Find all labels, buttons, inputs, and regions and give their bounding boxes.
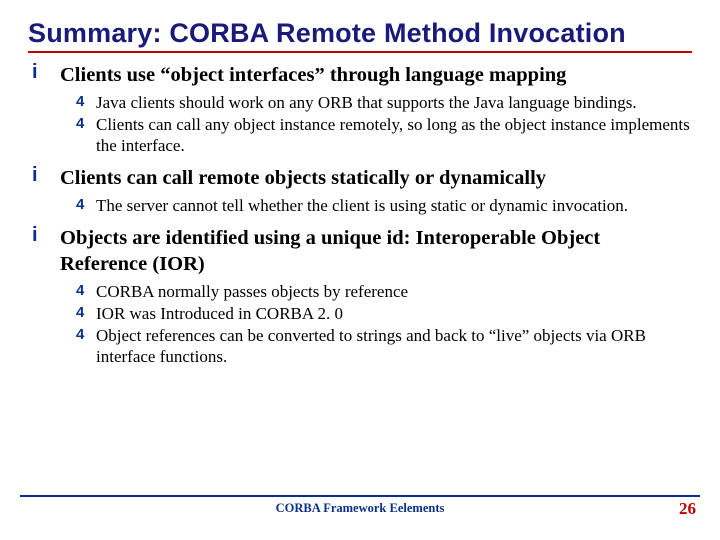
page-number: 26 [679, 499, 696, 519]
sub-bullet-text: The server cannot tell whether the clien… [96, 195, 628, 216]
footer-row: CORBA Framework Eelements 26 [20, 501, 700, 516]
title-underline [28, 51, 692, 53]
bullet-marker-icon: i [28, 63, 60, 89]
sub-bullet-text: Object references can be converted to st… [96, 325, 692, 368]
bullet-text: Clients use “object interfaces” through … [60, 63, 566, 89]
sub-bullet-marker-icon: 4 [76, 281, 96, 302]
sub-bullet-text: IOR was Introduced in CORBA 2. 0 [96, 303, 343, 324]
sub-bullet-list: 4 The server cannot tell whether the cli… [76, 195, 692, 216]
sub-bullet-item: 4 CORBA normally passes objects by refer… [76, 281, 692, 302]
footer-rule [20, 495, 700, 497]
sub-bullet-text: Java clients should work on any ORB that… [96, 92, 637, 113]
footer-title: CORBA Framework Eelements [276, 501, 445, 516]
slide-body: i Clients use “object interfaces” throug… [28, 63, 692, 368]
sub-bullet-text: CORBA normally passes objects by referen… [96, 281, 408, 302]
bullet-item: i Objects are identified using a unique … [28, 226, 692, 277]
sub-bullet-item: 4 The server cannot tell whether the cli… [76, 195, 692, 216]
bullet-item: i Clients can call remote objects static… [28, 166, 692, 192]
slide: Summary: CORBA Remote Method Invocation … [0, 0, 720, 540]
sub-bullet-item: 4 Java clients should work on any ORB th… [76, 92, 692, 113]
sub-bullet-item: 4 Clients can call any object instance r… [76, 114, 692, 157]
sub-bullet-marker-icon: 4 [76, 325, 96, 368]
bullet-text: Clients can call remote objects statical… [60, 166, 546, 192]
sub-bullet-list: 4 CORBA normally passes objects by refer… [76, 281, 692, 368]
sub-bullet-marker-icon: 4 [76, 195, 96, 216]
bullet-text: Objects are identified using a unique id… [60, 226, 692, 277]
sub-bullet-marker-icon: 4 [76, 114, 96, 157]
sub-bullet-item: 4 IOR was Introduced in CORBA 2. 0 [76, 303, 692, 324]
sub-bullet-item: 4 Object references can be converted to … [76, 325, 692, 368]
sub-bullet-list: 4 Java clients should work on any ORB th… [76, 92, 692, 157]
slide-footer: CORBA Framework Eelements 26 [20, 495, 700, 516]
sub-bullet-text: Clients can call any object instance rem… [96, 114, 692, 157]
bullet-marker-icon: i [28, 226, 60, 277]
slide-title: Summary: CORBA Remote Method Invocation [28, 18, 692, 49]
bullet-item: i Clients use “object interfaces” throug… [28, 63, 692, 89]
bullet-marker-icon: i [28, 166, 60, 192]
sub-bullet-marker-icon: 4 [76, 303, 96, 324]
sub-bullet-marker-icon: 4 [76, 92, 96, 113]
